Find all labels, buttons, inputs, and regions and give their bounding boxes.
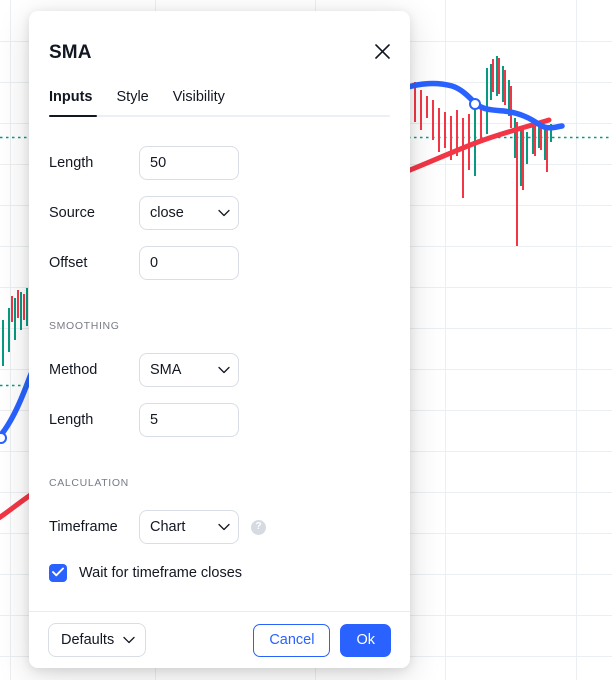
timeframe-select-value: Chart — [150, 519, 186, 535]
row-offset: Offset 0 — [49, 246, 390, 280]
label-smoothing-length: Length — [49, 412, 94, 428]
smoothing-length-input[interactable]: 5 — [139, 403, 239, 437]
section-label-calculation: Calculation — [49, 477, 129, 489]
help-icon[interactable]: ? — [251, 519, 266, 535]
row-timeframe: Timeframe Chart ? — [49, 510, 390, 544]
row-method: Method SMA — [49, 353, 390, 387]
sma-settings-dialog: SMA Inputs Style Visibility Length 50 So… — [29, 11, 410, 668]
dialog-body: Length 50 Source close Offset 0 Smoothin… — [29, 117, 410, 611]
chevron-down-icon — [218, 204, 230, 222]
length-input[interactable]: 50 — [139, 146, 239, 180]
dialog-title: SMA — [49, 42, 92, 63]
dialog-footer: Defaults Cancel Ok — [29, 611, 410, 668]
dialog-header: SMA — [29, 11, 410, 75]
label-method: Method — [49, 362, 98, 378]
check-icon — [52, 564, 64, 582]
label-length: Length — [49, 155, 94, 171]
source-select-value: close — [150, 205, 184, 221]
defaults-button-label: Defaults — [61, 632, 115, 648]
row-source: Source close — [49, 196, 390, 230]
defaults-button[interactable]: Defaults — [48, 623, 147, 657]
label-source: Source — [49, 205, 95, 221]
label-timeframe: Timeframe — [49, 519, 118, 535]
tab-inputs[interactable]: Inputs — [49, 89, 93, 107]
footer-actions: Cancel Ok — [253, 623, 391, 657]
close-icon — [374, 43, 390, 59]
dialog-tabs: Inputs Style Visibility — [29, 75, 410, 117]
label-offset: Offset — [49, 255, 88, 271]
row-length: Length 50 — [49, 146, 390, 180]
method-select-value: SMA — [150, 362, 182, 378]
chevron-down-icon — [123, 631, 135, 649]
wait-for-timeframe-closes-label[interactable]: Wait for timeframe closes — [79, 565, 242, 581]
chevron-down-icon — [218, 361, 230, 379]
source-select[interactable]: close — [139, 196, 239, 230]
row-smoothing-length: Length 5 — [49, 403, 390, 437]
sma-crosshair-point — [469, 98, 481, 110]
ok-button[interactable]: Ok — [340, 623, 391, 657]
offset-input[interactable]: 0 — [139, 246, 239, 280]
section-label-smoothing: Smoothing — [49, 320, 120, 332]
cancel-button[interactable]: Cancel — [253, 623, 331, 657]
method-select[interactable]: SMA — [139, 353, 239, 387]
tab-visibility[interactable]: Visibility — [173, 89, 225, 107]
row-wait-for-timeframe-closes: Wait for timeframe closes — [49, 561, 390, 585]
sma-crosshair-point-left — [0, 432, 7, 444]
tab-style[interactable]: Style — [117, 89, 149, 107]
wait-for-timeframe-closes-checkbox[interactable] — [49, 564, 67, 582]
chevron-down-icon — [218, 518, 230, 536]
timeframe-select[interactable]: Chart — [139, 510, 239, 544]
close-button[interactable] — [368, 37, 396, 65]
